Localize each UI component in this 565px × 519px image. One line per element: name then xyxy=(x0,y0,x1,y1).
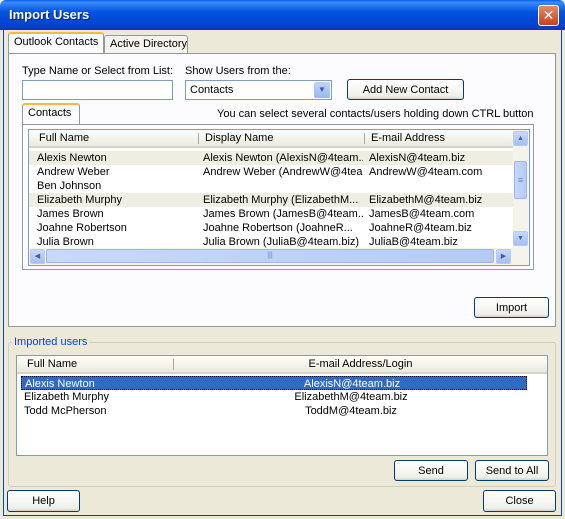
column-header-email[interactable]: E-mail Address xyxy=(365,130,445,146)
scroll-down-icon[interactable]: ▼ xyxy=(513,231,528,246)
cell-email: JuliaB@4team.biz xyxy=(369,236,458,248)
cell-email: AndrewW@4team.com xyxy=(369,166,483,178)
table-row[interactable]: Joahne Robertson Joahne Robertson (Joahne… xyxy=(29,221,513,235)
tab-outlook-contacts[interactable]: Outlook Contacts xyxy=(8,32,104,54)
cell-full-name: Joahne Robertson xyxy=(37,222,127,234)
help-button[interactable]: Help xyxy=(7,490,80,512)
cell-email: AlexisN@4team.biz xyxy=(369,152,466,164)
show-users-select[interactable]: Contacts ▼ xyxy=(185,80,332,100)
search-label: Type Name or Select from List: xyxy=(22,65,173,77)
window-title: Import Users xyxy=(9,7,90,22)
horizontal-scroll-thumb[interactable]: ||| xyxy=(46,249,494,263)
table-row[interactable]: James Brown James Brown (JamesB@4team... J… xyxy=(29,207,513,221)
table-row[interactable]: Elizabeth Murphy Elizabeth Murphy (Elizab… xyxy=(29,193,513,207)
scroll-thumb[interactable]: ≡ xyxy=(514,161,527,199)
table-row[interactable]: Julia Brown Julia Brown (JuliaB@4team.biz… xyxy=(29,235,513,249)
close-button[interactable]: Close xyxy=(483,490,556,512)
cell-full-name: Todd McPherson xyxy=(24,405,107,417)
cell-full-name: Ben Johnson xyxy=(37,180,102,192)
cell-full-name: Julia Brown xyxy=(37,236,94,248)
import-button[interactable]: Import xyxy=(474,297,549,318)
chevron-down-icon[interactable]: ▼ xyxy=(314,82,330,98)
list-item[interactable]: Todd McPherson ToddM@4team.biz xyxy=(21,404,527,418)
scroll-up-icon[interactable]: ▲ xyxy=(513,131,528,146)
imported-rows: Alexis Newton AlexisN@4team.biz Elizabeth … xyxy=(21,376,527,418)
send-to-all-button[interactable]: Send to All xyxy=(475,460,549,481)
contacts-rows: Alexis Newton Alexis Newton (AlexisN@4tea… xyxy=(29,151,513,249)
column-header-full-name[interactable]: Full Name xyxy=(21,356,77,372)
cell-full-name: Elizabeth Murphy xyxy=(24,391,109,403)
horizontal-scrollbar[interactable]: ◀ ||| ▶ xyxy=(29,248,529,265)
list-item[interactable]: Alexis Newton AlexisN@4team.biz xyxy=(21,376,527,390)
contacts-list[interactable]: Full Name Display Name E-mail Address Al… xyxy=(28,129,530,266)
scroll-left-icon[interactable]: ◀ xyxy=(30,249,45,264)
cell-display-name: Alexis Newton (AlexisN@4team... xyxy=(203,152,363,164)
tab-contacts[interactable]: Contacts xyxy=(22,103,80,125)
cell-display-name: Julia Brown (JuliaB@4team.biz) xyxy=(203,236,360,248)
cell-display-name: Andrew Weber (AndrewW@4tea... xyxy=(203,166,363,178)
column-header-display-name[interactable]: Display Name xyxy=(199,130,273,146)
scroll-right-icon[interactable]: ▶ xyxy=(496,249,511,264)
selection-hint: You can select several contacts/users ho… xyxy=(217,108,534,120)
tab-active-directory[interactable]: Active Directory xyxy=(104,35,188,54)
send-button[interactable]: Send xyxy=(394,460,468,481)
cell-full-name: Alexis Newton xyxy=(37,152,107,164)
cell-email: ElizabethM@4team.biz xyxy=(369,194,483,206)
list-item[interactable]: Elizabeth Murphy ElizabethM@4team.biz xyxy=(21,390,527,404)
imported-users-title: Imported users xyxy=(12,336,90,348)
cell-full-name: Elizabeth Murphy xyxy=(37,194,122,206)
add-new-contact-button[interactable]: Add New Contact xyxy=(347,79,464,100)
cell-display-name: James Brown (JamesB@4team... xyxy=(203,208,363,220)
cell-email: JoahneR@4team.biz xyxy=(369,222,472,234)
imported-users-list[interactable]: Full Name E-mail Address/Login Alexis Ne… xyxy=(16,355,548,456)
vertical-scrollbar[interactable]: ▲ ≡ ▼ xyxy=(513,130,529,248)
show-users-selected-value: Contacts xyxy=(190,84,234,96)
show-users-label: Show Users from the: xyxy=(185,65,291,77)
search-input[interactable] xyxy=(22,80,173,100)
table-row[interactable]: Ben Johnson xyxy=(29,179,513,193)
cell-email-login: ElizabethM@4team.biz xyxy=(294,391,408,403)
column-header-full-name[interactable]: Full Name xyxy=(33,130,89,146)
cell-full-name: Andrew Weber xyxy=(37,166,110,178)
cell-email-login: AlexisN@4team.biz xyxy=(303,378,401,390)
cell-email-login: ToddM@4team.biz xyxy=(305,405,397,417)
cell-email: JamesB@4team.com xyxy=(369,208,475,220)
cell-full-name: Alexis Newton xyxy=(25,378,95,390)
cell-display-name: Elizabeth Murphy (ElizabethM... xyxy=(203,194,359,206)
imported-users-header: Full Name E-mail Address/Login xyxy=(17,356,547,374)
table-row[interactable]: Andrew Weber Andrew Weber (AndrewW@4tea..… xyxy=(29,165,513,179)
column-header-email-login[interactable]: E-mail Address/Login xyxy=(174,356,547,372)
cell-display-name: Joahne Robertson (JoahneR... xyxy=(203,222,353,234)
cell-full-name: James Brown xyxy=(37,208,104,220)
window-close-button[interactable]: ✕ xyxy=(538,5,559,26)
table-row[interactable]: Alexis Newton Alexis Newton (AlexisN@4tea… xyxy=(29,151,513,165)
contacts-list-header: Full Name Display Name E-mail Address xyxy=(29,130,513,148)
